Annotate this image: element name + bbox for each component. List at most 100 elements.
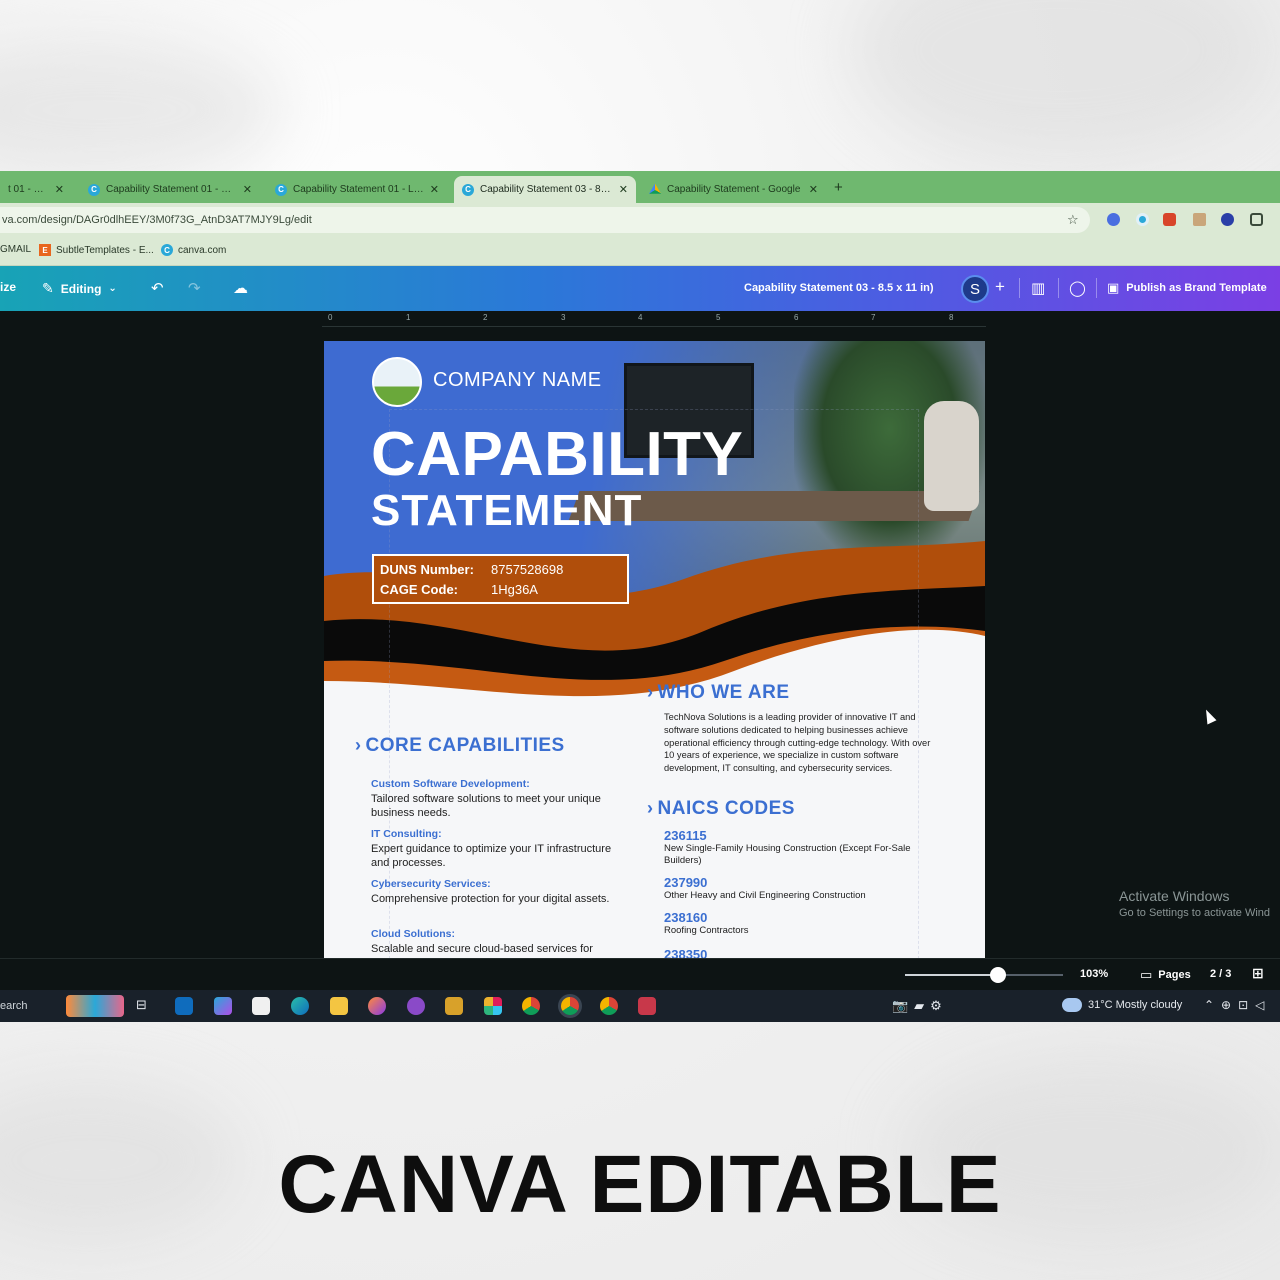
activate-title: Activate Windows xyxy=(1119,888,1230,904)
obs-icon[interactable] xyxy=(407,997,425,1015)
bookmark-gmail[interactable]: GMAIL xyxy=(0,244,31,255)
company-logo[interactable] xyxy=(372,357,422,407)
browser-tab[interactable]: C Capability Statement 01 - File i ✕ xyxy=(80,176,260,203)
pages-button[interactable]: ▭ Pages xyxy=(1140,967,1191,983)
ruler-mark: 6 xyxy=(794,313,799,322)
tray-icons[interactable]: 📷▰⚙ xyxy=(892,998,948,1014)
comment-icon[interactable]: ◯ xyxy=(1069,279,1086,297)
canva-favicon-icon: C xyxy=(161,244,173,256)
store-icon[interactable] xyxy=(252,997,270,1015)
weather-text[interactable]: 31°C Mostly cloudy xyxy=(1088,999,1182,1011)
app-icon[interactable] xyxy=(638,997,656,1015)
browser-tab[interactable]: Capability Statement - Google ✕ xyxy=(641,176,826,203)
naics-codes-heading[interactable]: › NAICS CODES xyxy=(647,798,795,820)
naics-code: 236115 xyxy=(664,828,707,843)
firefox-icon[interactable] xyxy=(368,997,386,1015)
address-bar[interactable]: va.com/design/DAGr0dlhEEY/3M0f73G_AtnD3A… xyxy=(0,207,1090,233)
taskbar-search[interactable]: earch xyxy=(0,1000,28,1012)
ruler-mark: 8 xyxy=(949,313,954,322)
new-tab-button[interactable]: + xyxy=(834,179,843,196)
ruler-mark: 0 xyxy=(328,313,333,322)
resize-button[interactable]: ize xyxy=(0,280,16,294)
doc-title-text: Capability Statement 03 - 8.5 x 11 in) xyxy=(744,282,934,294)
weather-icon[interactable] xyxy=(1062,998,1082,1012)
chrome-icon[interactable] xyxy=(522,997,540,1015)
outlook-icon[interactable] xyxy=(175,997,193,1015)
slack-icon[interactable] xyxy=(484,997,502,1015)
avatar[interactable]: S xyxy=(961,275,989,303)
extension-icon[interactable] xyxy=(1193,213,1206,226)
naics-item[interactable]: 238160 Roofing Contractors xyxy=(664,910,924,937)
app-icon[interactable] xyxy=(445,997,463,1015)
zoom-slider-fill xyxy=(905,974,998,976)
who-we-are-heading[interactable]: › WHO WE ARE xyxy=(647,682,790,704)
canva-toolbar: ize ✎ Editing ⌄ ↶ ↷ ☁ Capability Stateme… xyxy=(0,266,1280,311)
naics-item[interactable]: 238350 xyxy=(664,947,924,958)
browser-tab[interactable]: t 01 - Canva ✕ xyxy=(0,176,72,203)
cloud-save-icon[interactable]: ☁ xyxy=(233,279,248,297)
tab-title: Capability Statement 01 - Listin xyxy=(293,184,424,195)
chrome-icon-active[interactable] xyxy=(561,997,579,1015)
divider xyxy=(1058,278,1059,298)
zoom-slider-handle[interactable] xyxy=(990,967,1006,983)
capability-heading: IT Consulting: xyxy=(371,828,442,840)
browser-tab-active[interactable]: C Capability Statement 03 - 8.5 x ✕ xyxy=(454,176,636,203)
core-capabilities-heading[interactable]: › CORE CAPABILITIES xyxy=(355,735,565,757)
windows-taskbar: earch ⊟ 📷▰⚙ 31°C Mostly cloudy ⌃⊕⊡◁ xyxy=(0,990,1280,1022)
naics-item[interactable]: 236115 New Single-Family Housing Constru… xyxy=(664,828,924,866)
add-collaborator-icon[interactable]: + xyxy=(995,277,1005,297)
core-title-text: CORE CAPABILITIES xyxy=(365,735,565,756)
extension-icon[interactable] xyxy=(1163,213,1176,226)
close-icon[interactable]: ✕ xyxy=(619,183,628,196)
bookmark-star-icon[interactable]: ☆ xyxy=(1067,212,1079,228)
address-row: va.com/design/DAGr0dlhEEY/3M0f73G_AtnD3A… xyxy=(0,203,1280,237)
publish-brand-template-button[interactable]: ▣ Publish as Brand Template xyxy=(1107,280,1267,296)
bookmark-label: SubtleTemplates - E... xyxy=(56,244,154,256)
system-tray-icons[interactable]: ⌃⊕⊡◁ xyxy=(1204,998,1271,1012)
bookmark-canva[interactable]: C canva.com xyxy=(161,244,226,256)
promo-caption: CANVA EDITABLE xyxy=(278,1139,1002,1230)
naics-item[interactable]: 237990 Other Heavy and Civil Engineering… xyxy=(664,875,924,902)
redo-icon[interactable]: ↷ xyxy=(188,279,201,297)
task-view-icon[interactable]: ⊟ xyxy=(136,997,154,1015)
browser-tab[interactable]: C Capability Statement 01 - Listin ✕ xyxy=(267,176,447,203)
undo-icon[interactable]: ↶ xyxy=(151,279,164,297)
document-title[interactable]: Capability Statement 03 - 8.5 x 11 in) xyxy=(744,282,934,294)
bookmark-subtletemplates[interactable]: E SubtleTemplates - E... xyxy=(39,244,154,256)
activate-windows-watermark: Activate Windows Go to Settings to activ… xyxy=(1119,888,1270,919)
extension-icon[interactable] xyxy=(1136,213,1149,226)
duns-label: DUNS Number: xyxy=(380,562,474,577)
chrome-icon[interactable] xyxy=(600,997,618,1015)
capability-item[interactable]: IT Consulting: Expert guidance to optimi… xyxy=(371,827,621,870)
close-icon[interactable]: ✕ xyxy=(55,183,64,196)
company-name[interactable]: COMPANY NAME xyxy=(433,369,602,392)
pages-icon: ▭ xyxy=(1140,967,1153,982)
editing-mode-dropdown[interactable]: ✎ Editing ⌄ xyxy=(42,280,117,297)
extension-icon[interactable] xyxy=(1107,213,1120,226)
title-line-2[interactable]: STATEMENT xyxy=(371,486,642,536)
document-page[interactable]: COMPANY NAME CAPABILITY STATEMENT DUNS N… xyxy=(324,341,985,958)
capability-item[interactable]: Custom Software Development: Tailored so… xyxy=(371,777,621,820)
naics-code: 238350 xyxy=(664,947,708,958)
puzzle-extensions-icon[interactable] xyxy=(1250,213,1263,226)
tab-title: t 01 - Canva xyxy=(8,184,49,195)
tab-strip: t 01 - Canva ✕ C Capability Statement 01… xyxy=(0,171,1280,203)
analytics-icon[interactable]: ▥ xyxy=(1031,279,1045,297)
edge-icon[interactable] xyxy=(291,997,309,1015)
close-icon[interactable]: ✕ xyxy=(243,183,252,196)
capability-text: Expert guidance to optimize your IT infr… xyxy=(371,843,612,869)
close-icon[interactable]: ✕ xyxy=(430,183,439,196)
capability-item[interactable]: Cloud Solutions: Scalable and secure clo… xyxy=(371,927,621,956)
naics-description: New Single-Family Housing Construction (… xyxy=(664,843,911,866)
copilot-icon[interactable] xyxy=(214,997,232,1015)
who-we-are-text[interactable]: TechNova Solutions is a leading provider… xyxy=(664,711,932,775)
extension-icon[interactable] xyxy=(1221,213,1234,226)
capability-item[interactable]: Cybersecurity Services: Comprehensive pr… xyxy=(371,877,621,906)
grid-view-icon[interactable]: ⊞ xyxy=(1252,965,1264,982)
duns-cage-box[interactable]: DUNS Number: 8757528698 CAGE Code: 1Hg36… xyxy=(372,554,629,604)
zoom-level[interactable]: 103% xyxy=(1080,968,1108,980)
capability-text: Tailored software solutions to meet your… xyxy=(371,793,601,819)
title-line-1[interactable]: CAPABILITY xyxy=(371,419,743,490)
close-icon[interactable]: ✕ xyxy=(809,183,818,196)
file-explorer-icon[interactable] xyxy=(330,997,348,1015)
